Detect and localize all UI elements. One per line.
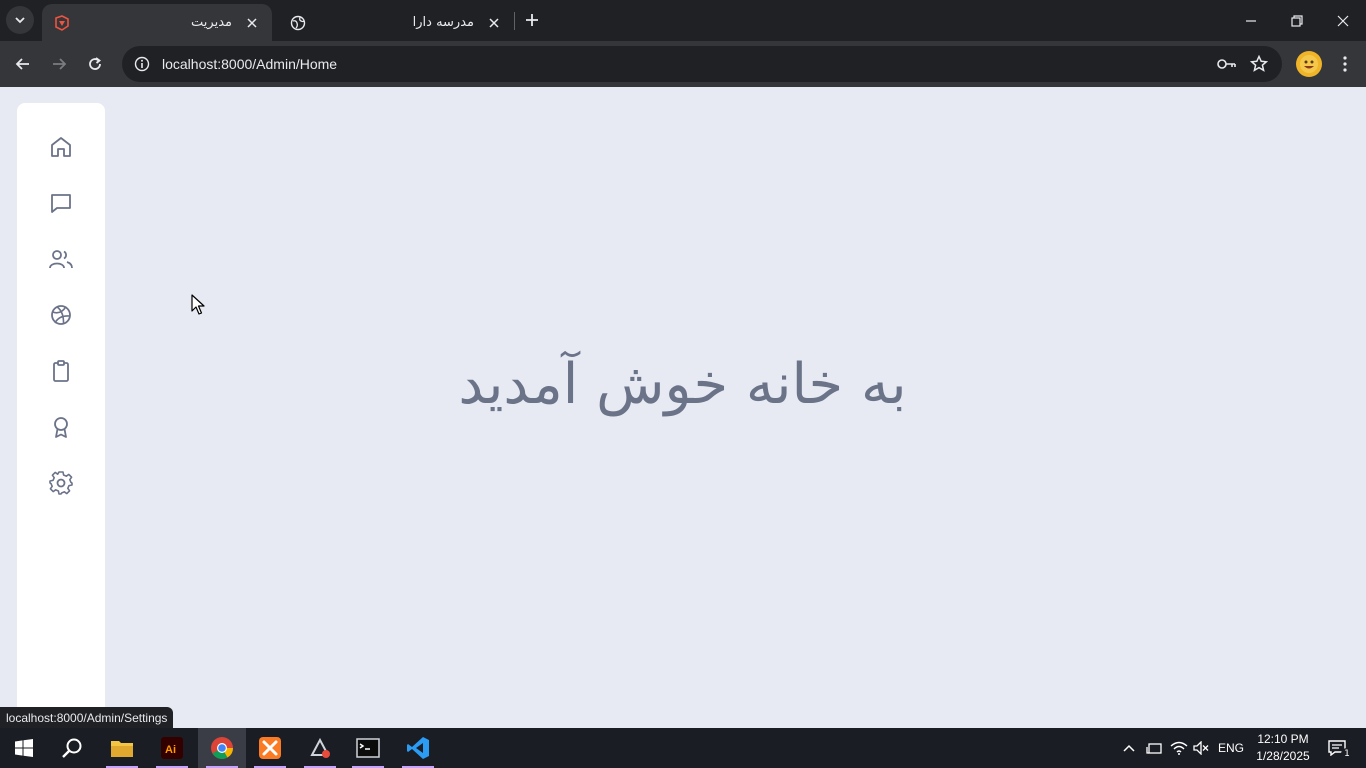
adobe-illustrator-icon: Ai — [161, 737, 183, 759]
tray-device-button[interactable] — [1143, 728, 1165, 768]
input-language[interactable]: ENG — [1214, 728, 1248, 768]
device-icon — [1146, 743, 1162, 754]
sidebar-item-home[interactable] — [45, 131, 77, 163]
welcome-heading: به خانه خوش آمدید — [458, 352, 907, 417]
tab-admin[interactable]: مدیریت — [42, 4, 272, 41]
close-window-button[interactable] — [1320, 0, 1366, 41]
sidebar-item-sports[interactable] — [45, 299, 77, 331]
sidebar-item-tasks[interactable] — [45, 355, 77, 387]
start-button[interactable] — [0, 728, 48, 768]
close-tab-icon[interactable] — [244, 15, 260, 31]
vscode-icon — [407, 737, 429, 759]
profile-avatar[interactable] — [1296, 51, 1322, 77]
sidebar-item-users[interactable] — [45, 243, 77, 275]
tab-school[interactable]: مدرسه دارا — [278, 4, 514, 41]
reload-button[interactable] — [81, 50, 109, 78]
clipboard-icon — [53, 360, 69, 382]
award-icon — [54, 417, 68, 438]
system-clock[interactable]: 12:10 PM 1/28/2025 — [1248, 731, 1318, 765]
basketball-icon — [51, 305, 71, 325]
chat-icon — [51, 194, 71, 213]
page-content: به خانه خوش آمدید localhost:8000/Admin/S… — [0, 87, 1366, 728]
url-text: localhost:8000/Admin/Home — [162, 56, 338, 72]
password-key-button[interactable] — [1213, 50, 1241, 78]
windows-taskbar: Ai ENG 12:10 PM 1/28/2025 1 — [0, 728, 1366, 768]
svg-text:Ai: Ai — [165, 744, 176, 756]
sidebar-item-awards[interactable] — [45, 411, 77, 443]
browser-menu-button[interactable] — [1331, 50, 1359, 78]
sidebar-item-messages[interactable] — [45, 187, 77, 219]
search-icon — [62, 738, 82, 758]
taskbar-file-explorer[interactable] — [98, 728, 146, 768]
close-tab-icon[interactable] — [486, 15, 502, 31]
volume-muted-icon — [1193, 741, 1209, 755]
taskbar-illustrator[interactable]: Ai — [148, 728, 196, 768]
users-icon — [49, 250, 73, 269]
laravel-logo-icon — [54, 14, 70, 31]
browser-tabstrip: مدیریت مدرسه دارا — [0, 0, 1366, 41]
link-status-bar: localhost:8000/Admin/Settings — [0, 707, 174, 728]
star-icon — [1250, 55, 1268, 72]
taskbar-app[interactable] — [296, 728, 344, 768]
plus-icon — [526, 14, 538, 26]
address-bar[interactable]: localhost:8000/Admin/Home — [122, 46, 1282, 82]
new-tab-button[interactable] — [520, 8, 544, 32]
minimize-icon — [1246, 19, 1256, 22]
chrome-icon — [211, 737, 233, 759]
tab-title: مدرسه دارا — [412, 15, 474, 30]
browser-toolbar: localhost:8000/Admin/Home — [0, 41, 1366, 87]
network-button[interactable] — [1167, 728, 1191, 768]
admin-sidebar — [17, 103, 105, 728]
taskbar-xampp[interactable] — [246, 728, 294, 768]
globe-icon — [290, 15, 306, 31]
arrow-right-icon — [53, 58, 67, 70]
show-hidden-icons-button[interactable] — [1118, 728, 1140, 768]
clock-time: 12:10 PM — [1257, 732, 1309, 746]
key-icon — [1217, 59, 1236, 69]
app-icon — [310, 737, 330, 758]
settings-gear-icon — [49, 471, 73, 495]
tab-title: مدیریت — [191, 15, 232, 30]
chevron-up-icon — [1123, 744, 1135, 752]
close-icon — [1337, 15, 1349, 26]
taskbar-terminal[interactable] — [344, 728, 392, 768]
search-button[interactable] — [48, 728, 96, 768]
reload-icon — [89, 57, 101, 70]
taskbar-vscode[interactable] — [394, 728, 442, 768]
wifi-icon — [1170, 741, 1188, 755]
clock-date: 1/28/2025 — [1256, 749, 1310, 763]
more-vertical-icon — [1343, 56, 1347, 72]
forward-button[interactable] — [45, 50, 73, 78]
restore-icon — [1291, 14, 1303, 27]
profile-icon — [1300, 55, 1318, 73]
restore-button[interactable] — [1274, 0, 1320, 41]
notification-count-badge: 1 — [1341, 748, 1353, 760]
volume-button[interactable] — [1190, 728, 1212, 768]
sidebar-item-settings[interactable] — [45, 467, 77, 499]
bookmark-button[interactable] — [1245, 50, 1273, 78]
terminal-icon — [356, 738, 380, 758]
chevron-down-icon — [15, 17, 25, 24]
mouse-cursor-icon — [191, 294, 205, 315]
file-explorer-icon — [111, 741, 133, 757]
tab-search-button[interactable] — [6, 6, 34, 34]
xampp-icon — [259, 737, 281, 759]
windows-logo-icon — [15, 739, 33, 757]
site-info-icon[interactable] — [126, 56, 158, 72]
back-button[interactable] — [9, 50, 37, 78]
minimize-button[interactable] — [1228, 0, 1274, 41]
taskbar-chrome[interactable] — [198, 728, 246, 768]
arrow-left-icon — [15, 58, 29, 70]
home-icon — [51, 137, 71, 157]
tab-separator — [514, 12, 515, 30]
